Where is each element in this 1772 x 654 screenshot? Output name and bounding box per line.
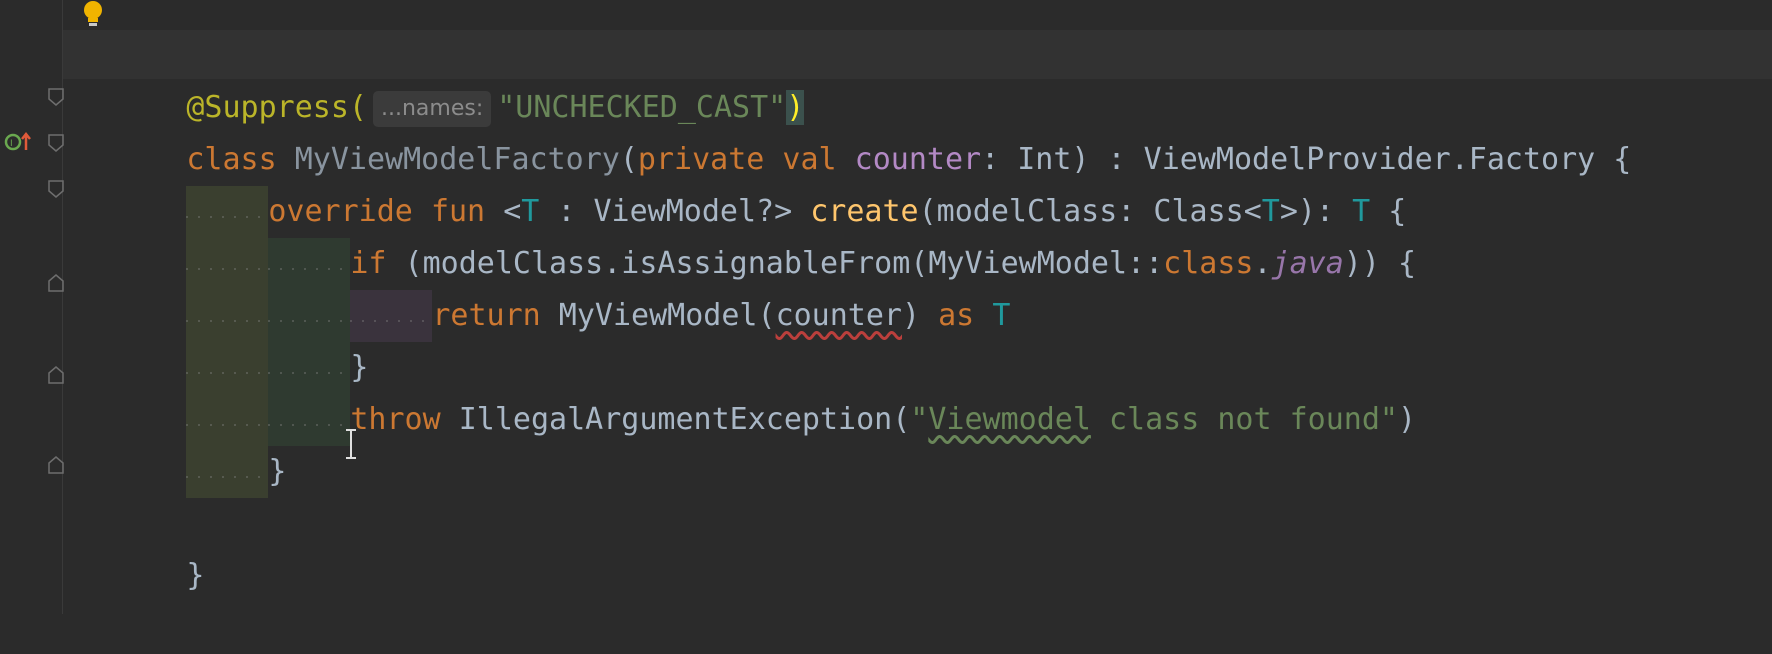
code-line: return MyViewModel(counter) as T (78, 238, 1772, 342)
override-marker-icon[interactable]: I (4, 130, 34, 154)
fold-marker-icon[interactable] (48, 134, 64, 152)
fold-marker-icon[interactable] (48, 366, 64, 384)
fold-marker-icon[interactable] (48, 274, 64, 292)
code-line: } (78, 498, 1772, 593)
editor-gutter: I (0, 0, 64, 614)
fold-marker-icon[interactable] (48, 456, 64, 474)
code-line: override fun <T : ViewModel?> create(mod… (78, 134, 1772, 238)
code-line: } (78, 394, 1772, 498)
closing-brace: } (186, 558, 205, 593)
fold-marker-icon[interactable] (48, 180, 64, 198)
code-line: } (78, 290, 1772, 394)
text-cursor-icon (346, 429, 356, 459)
code-line: @Suppress(...names: "UNCHECKED_CAST") (78, 30, 1772, 127)
code-area[interactable]: @Suppress(...names: "UNCHECKED_CAST") cla… (78, 30, 1772, 593)
svg-text:I: I (10, 139, 13, 149)
code-line: throw IllegalArgumentException("Viewmode… (78, 342, 1772, 446)
code-line: class MyViewModelFactory(private val cou… (78, 82, 1772, 177)
lightbulb-icon[interactable] (82, 0, 104, 30)
code-line: if (modelClass.isAssignableFrom(MyViewMo… (78, 186, 1772, 290)
code-editor[interactable]: I @Suppress(...names: "UNCHECKED_CAST") c… (0, 0, 1772, 614)
fold-marker-icon[interactable] (48, 88, 64, 106)
